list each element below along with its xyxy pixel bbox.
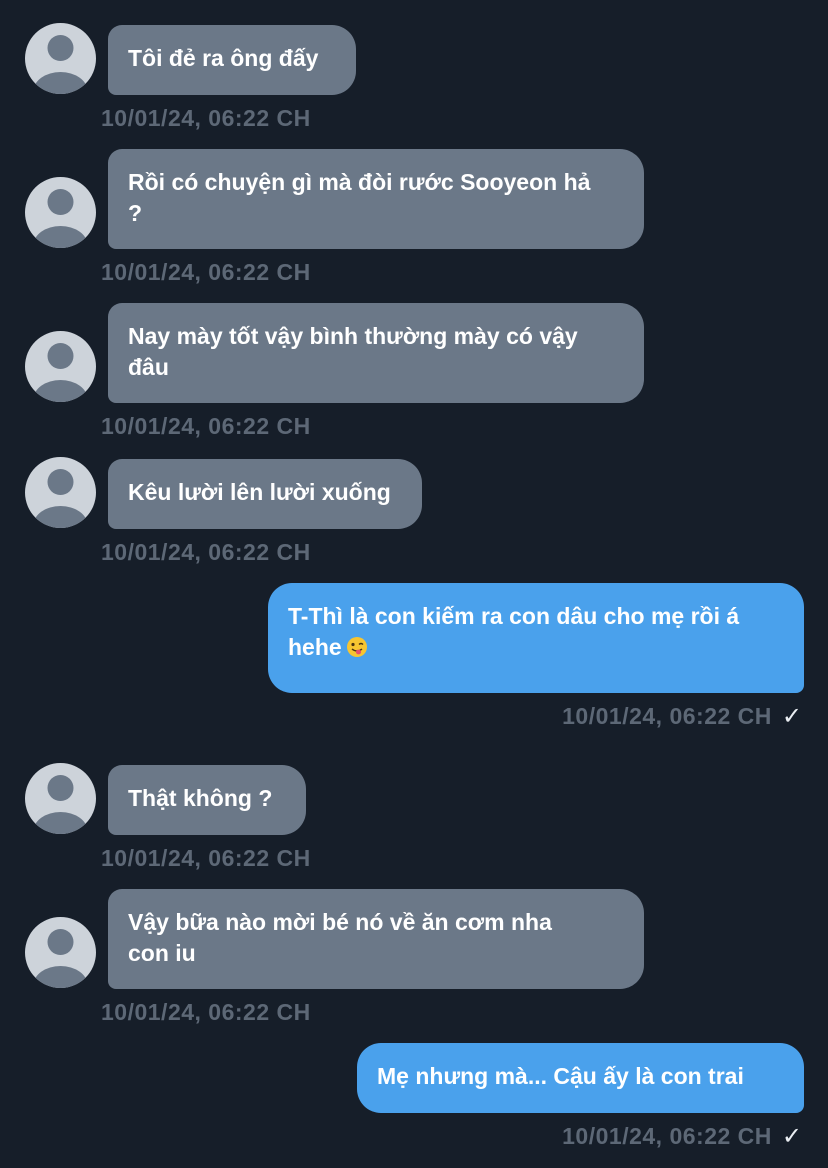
sent-check-icon: ✓ bbox=[781, 1122, 802, 1150]
person-icon bbox=[33, 35, 88, 94]
sender-avatar[interactable] bbox=[25, 763, 96, 834]
message-bubble-incoming[interactable]: Rồi có chuyện gì mà đòi rước Sooyeon hả … bbox=[108, 149, 644, 249]
sender-avatar[interactable] bbox=[25, 177, 96, 248]
message-timestamp: 10/01/24, 06:22 CH bbox=[101, 105, 311, 131]
message-timestamp: 10/01/24, 06:22 CH bbox=[101, 539, 311, 565]
message-bubble-outgoing[interactable]: Mẹ nhưng mà... Cậu ấy là con trai bbox=[357, 1043, 804, 1113]
message-timestamp: 10/01/24, 06:22 CH bbox=[101, 259, 311, 285]
message-timestamp: 10/01/24, 06:22 CH bbox=[101, 999, 311, 1025]
message-bubble-incoming[interactable]: Nay mày tốt vậy bình thường mày có vậy đ… bbox=[108, 303, 644, 403]
message-bubble-incoming[interactable]: Tôi đẻ ra ông đấy bbox=[108, 25, 356, 95]
person-icon bbox=[33, 189, 88, 248]
person-icon bbox=[33, 343, 88, 402]
message-timestamp: 10/01/24, 06:22 CH bbox=[101, 413, 311, 439]
sent-check-icon: ✓ bbox=[781, 702, 802, 730]
message-status-row: 10/01/24, 06:22 CH ✓ bbox=[562, 1122, 802, 1150]
message-bubble-outgoing[interactable]: T-Thì là con kiếm ra con dâu cho mẹ rồi … bbox=[268, 583, 804, 693]
message-timestamp: 10/01/24, 06:22 CH bbox=[562, 1123, 772, 1149]
person-icon bbox=[33, 775, 88, 834]
message-timestamp: 10/01/24, 06:22 CH bbox=[101, 845, 311, 871]
person-icon bbox=[33, 469, 88, 528]
message-bubble-incoming[interactable]: Thật không ? bbox=[108, 765, 306, 835]
sender-avatar[interactable] bbox=[25, 23, 96, 94]
sender-avatar[interactable] bbox=[25, 917, 96, 988]
person-icon bbox=[33, 929, 88, 988]
sender-avatar[interactable] bbox=[25, 457, 96, 528]
message-timestamp: 10/01/24, 06:22 CH bbox=[562, 703, 772, 729]
winking-face-with-tongue-icon bbox=[346, 637, 367, 657]
message-bubble-incoming[interactable]: Kêu lười lên lười xuống bbox=[108, 459, 422, 529]
message-status-row: 10/01/24, 06:22 CH ✓ bbox=[562, 702, 802, 730]
sender-avatar[interactable] bbox=[25, 331, 96, 402]
message-bubble-incoming[interactable]: Vậy bữa nào mời bé nó về ăn cơm nha con … bbox=[108, 889, 644, 989]
